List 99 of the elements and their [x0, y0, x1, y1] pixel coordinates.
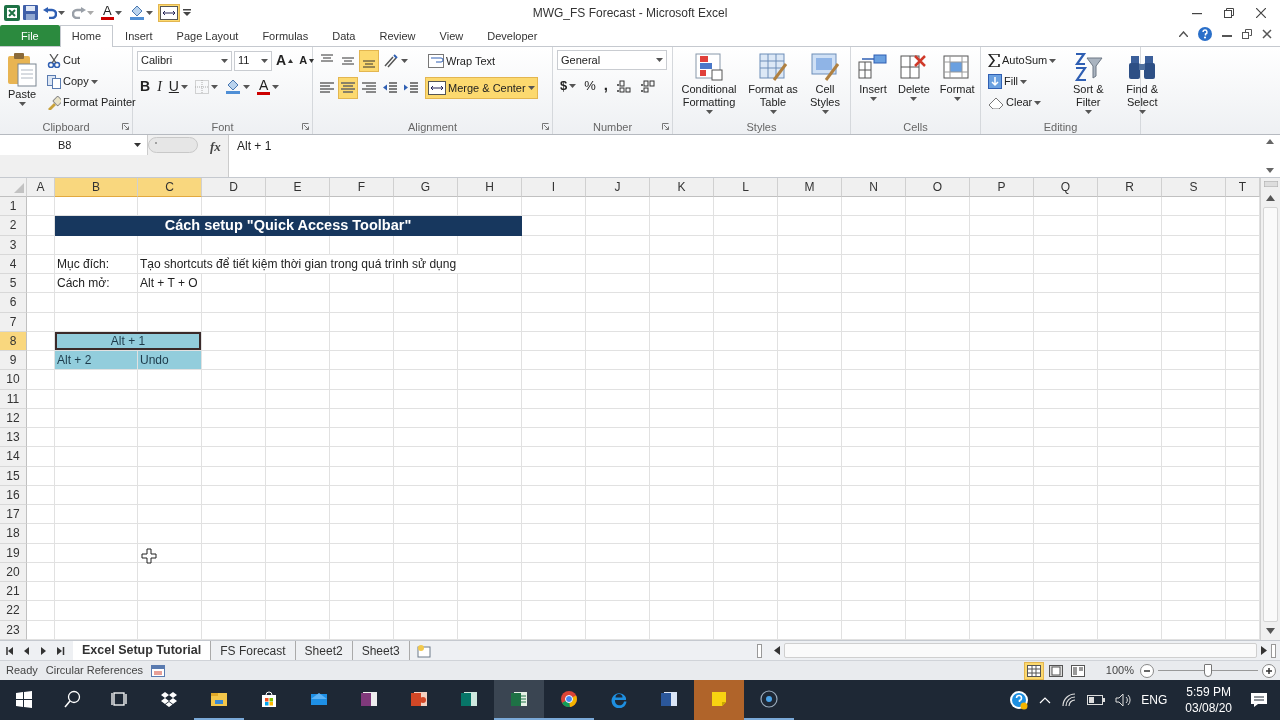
- row-header[interactable]: 1: [0, 197, 27, 217]
- underline-button[interactable]: U: [165, 76, 191, 97]
- column-header[interactable]: A: [27, 178, 55, 197]
- column-header[interactable]: L: [714, 178, 778, 197]
- column-header[interactable]: B: [55, 178, 138, 197]
- table-cell[interactable]: Cách setup "Quick Access Toolbar": [55, 216, 522, 236]
- table-cell[interactable]: Alt + 1: [55, 331, 202, 351]
- column-header[interactable]: P: [970, 178, 1034, 197]
- table-cell[interactable]: Tạo shortcuts để tiết kiệm thời gian trong quá trình sử dụng: [138, 254, 522, 274]
- cells-button[interactable]: Format: [936, 50, 978, 119]
- font-color-button[interactable]: A: [99, 3, 124, 22]
- column-header[interactable]: Q: [1034, 178, 1098, 197]
- column-header[interactable]: S: [1162, 178, 1226, 197]
- column-header[interactable]: J: [586, 178, 650, 197]
- sheet-tab[interactable]: Excel Setup Tutorial: [73, 641, 212, 660]
- group-label: Font: [210, 120, 235, 134]
- cells-button[interactable]: Delete: [895, 50, 933, 119]
- column-header[interactable]: R: [1098, 178, 1162, 197]
- percent-button[interactable]: %: [581, 75, 599, 96]
- zoom-level[interactable]: 100%: [1105, 662, 1134, 679]
- column-header[interactable]: N: [842, 178, 906, 197]
- row-header[interactable]: 22: [0, 601, 27, 621]
- font-name-field[interactable]: Calibri: [137, 50, 232, 71]
- status-text: Circular References: [45, 663, 144, 679]
- ribbon-tab[interactable]: Data: [320, 25, 368, 46]
- bold-button[interactable]: B: [137, 76, 154, 97]
- ribbon-tab[interactable]: File: [0, 25, 60, 46]
- copy-button[interactable]: Copy: [44, 71, 101, 92]
- formula-field[interactable]: Alt + 1: [237, 137, 272, 155]
- column-header[interactable]: E: [266, 178, 330, 197]
- style-button[interactable]: Conditional Formatting: [677, 50, 741, 119]
- currency-button[interactable]: $: [557, 75, 580, 96]
- clear-button[interactable]: Clear: [985, 92, 1045, 113]
- cell-text: Tạo shortcuts để tiết kiệm thời gian trong quá trình sử dụng: [140, 256, 457, 271]
- table-cell[interactable]: Mục đích:: [55, 254, 138, 274]
- table-cell[interactable]: Undo: [138, 351, 202, 371]
- ribbon-tab[interactable]: Page Layout: [164, 25, 251, 46]
- cell-text: Cách mở:: [57, 276, 110, 290]
- ribbon-tab[interactable]: Review: [367, 25, 428, 46]
- language-indicator[interactable]: ENG: [1141, 691, 1168, 709]
- group-label: Styles: [745, 120, 778, 134]
- italic-button[interactable]: I: [154, 76, 165, 97]
- status-text: Ready: [5, 663, 39, 679]
- column-header[interactable]: H: [458, 178, 522, 197]
- row-header[interactable]: 18: [0, 524, 27, 544]
- number-format-field[interactable]: General: [557, 50, 667, 70]
- group-label: Editing: [1042, 120, 1079, 134]
- paste-button[interactable]: Paste: [4, 50, 40, 119]
- cell-text: Mục đích:: [57, 256, 110, 271]
- shrink-font-button[interactable]: A: [297, 50, 317, 71]
- group-label: Clipboard: [41, 120, 91, 134]
- column-header[interactable]: F: [330, 178, 394, 197]
- ribbon-tab[interactable]: Developer: [475, 25, 550, 46]
- fill-button[interactable]: Fill: [985, 71, 1031, 92]
- comma-button[interactable]: ,: [600, 75, 611, 96]
- row-header[interactable]: 5: [0, 274, 27, 294]
- cut-button[interactable]: Cut: [44, 50, 84, 71]
- ribbon-tab[interactable]: Insert: [113, 25, 165, 46]
- column-header[interactable]: K: [650, 178, 714, 197]
- column-header[interactable]: T: [1226, 178, 1260, 197]
- autosum-button[interactable]: AutoSum: [985, 50, 1060, 71]
- font-size-field[interactable]: 11: [234, 50, 272, 71]
- cells-button[interactable]: Insert: [855, 50, 891, 119]
- column-header[interactable]: O: [906, 178, 970, 197]
- style-button[interactable]: Cell Styles: [805, 50, 845, 119]
- row-header[interactable]: 10: [0, 370, 27, 390]
- group-label: Alignment: [407, 120, 458, 134]
- grow-font-button[interactable]: A: [274, 50, 296, 71]
- column-header[interactable]: G: [394, 178, 458, 197]
- ribbon-tab[interactable]: Home: [59, 25, 114, 47]
- ribbon-tab[interactable]: View: [427, 25, 476, 46]
- style-button[interactable]: Format as Table: [745, 50, 801, 119]
- row-header[interactable]: 17: [0, 505, 27, 525]
- column-header[interactable]: M: [778, 178, 842, 197]
- window-title: MWG_FS Forecast - Microsoft Excel: [532, 4, 729, 22]
- clock-date[interactable]: 03/08/20: [1185, 700, 1232, 716]
- format-painter-button[interactable]: Format Painter: [44, 92, 139, 113]
- group-label: Number: [591, 120, 634, 134]
- row-header[interactable]: 6: [0, 293, 27, 313]
- group-label: Cells: [902, 120, 929, 134]
- sort-filter-button[interactable]: Sort & Filter: [1063, 50, 1114, 119]
- insert-function-button[interactable]: fx: [210, 137, 221, 157]
- row-header[interactable]: 21: [0, 582, 27, 602]
- merge-center-button[interactable]: Merge & Center: [425, 77, 538, 99]
- column-header[interactable]: C: [138, 178, 202, 197]
- ribbon-tab[interactable]: Formulas: [250, 25, 321, 46]
- column-header[interactable]: D: [202, 178, 266, 197]
- column-header[interactable]: I: [522, 178, 586, 197]
- row-header[interactable]: 13: [0, 428, 27, 448]
- font-color-button[interactable]: A: [253, 76, 283, 97]
- row-header[interactable]: 14: [0, 447, 27, 467]
- wrap-text-button[interactable]: Wrap Text: [425, 50, 499, 72]
- clock-time[interactable]: 5:59 PM: [1186, 684, 1231, 700]
- table-cell[interactable]: Cách mở:: [55, 274, 138, 294]
- row-header[interactable]: 2: [0, 216, 27, 236]
- table-cell[interactable]: Alt + 2: [55, 351, 138, 371]
- find-select-button[interactable]: Find & Select: [1117, 50, 1168, 119]
- row-header[interactable]: 9: [0, 351, 27, 371]
- name-box[interactable]: B8: [0, 135, 148, 155]
